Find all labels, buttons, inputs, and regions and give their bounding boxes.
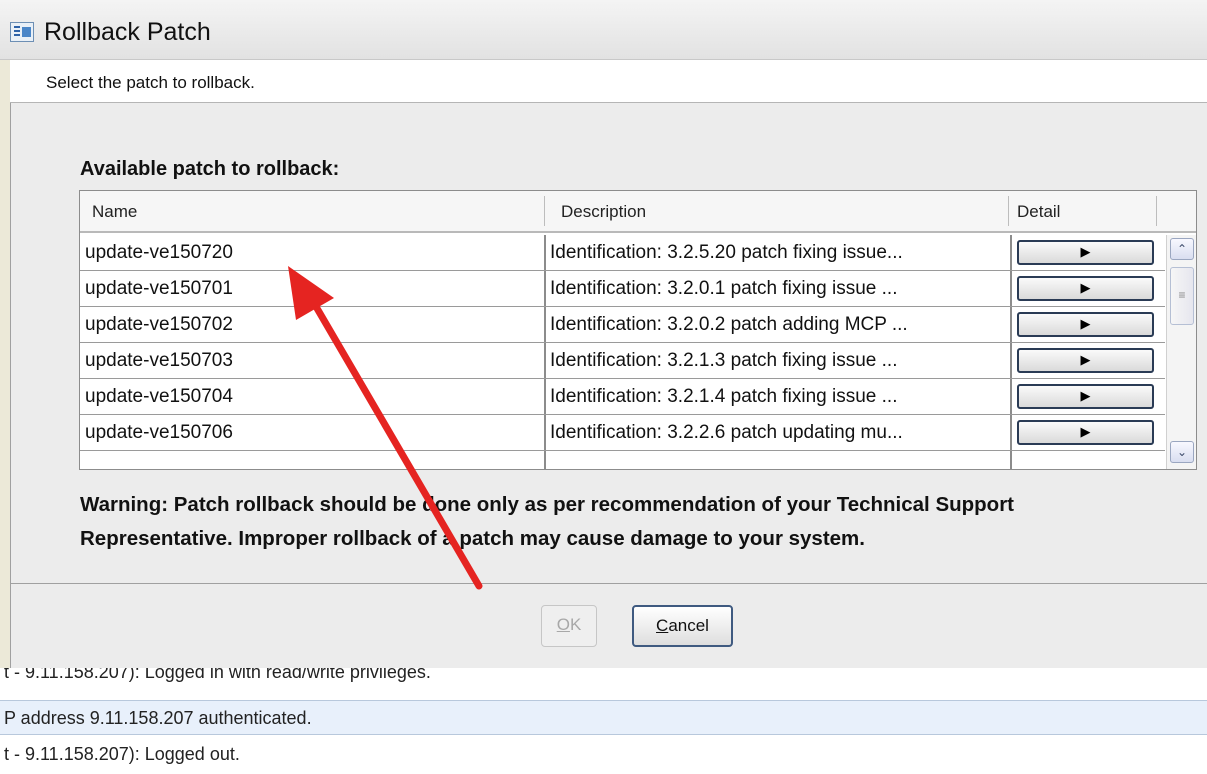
play-triangle-icon: ▶ — [1080, 388, 1091, 403]
rollback-patch-dialog: Rollback Patch Select the patch to rollb… — [0, 0, 1207, 668]
cancel-label: ancel — [668, 616, 709, 635]
patch-description: Identification: 3.2.1.3 patch fixing iss… — [550, 350, 898, 371]
log-text: t - 9.11.158.207): Logged out. — [4, 744, 240, 764]
patch-name: update-ve150702 — [85, 314, 233, 335]
detail-button[interactable]: ▶ — [1017, 348, 1154, 373]
patch-name: update-ve150706 — [85, 422, 233, 443]
patch-description: Identification: 3.2.0.2 patch adding MCP… — [550, 314, 908, 335]
warning-line: Warning: Patch rollback should be done o… — [80, 493, 1015, 516]
scroll-thumb[interactable]: ≡ — [1170, 267, 1194, 325]
table-row[interactable]: update-ve150703 Identification: 3.2.1.3 … — [80, 343, 1165, 379]
play-triangle-icon: ▶ — [1080, 424, 1091, 439]
patch-name: update-ve150704 — [85, 386, 233, 407]
dialog-title: Rollback Patch — [44, 18, 211, 46]
log-line: t - 9.11.158.207): Logged out. — [0, 737, 1207, 772]
warning-message: Warning: Patch rollback should be done o… — [80, 488, 1180, 556]
table-header: Name Description Detail — [80, 191, 1196, 233]
patch-description: Identification: 3.2.0.1 patch fixing iss… — [550, 278, 898, 299]
column-header-description[interactable]: Description — [561, 191, 646, 231]
cell-divider — [544, 379, 546, 414]
table-row[interactable]: update-ve150702 Identification: 3.2.0.2 … — [80, 307, 1165, 343]
cell-divider — [1010, 235, 1012, 270]
log-line: t - 9.11.158.207): Logged in with read/w… — [0, 668, 1207, 698]
detail-button[interactable]: ▶ — [1017, 240, 1154, 265]
cell-divider — [1010, 271, 1012, 306]
cell-divider — [544, 451, 546, 469]
column-header-name[interactable]: Name — [92, 191, 137, 231]
table-scrollbar[interactable]: ⌃ ≡ ⌄ — [1166, 235, 1196, 469]
cell-divider — [544, 415, 546, 450]
detail-button[interactable]: ▶ — [1017, 312, 1154, 337]
table-row[interactable]: update-ve150701 Identification: 3.2.0.1 … — [80, 271, 1165, 307]
cancel-mnemonic: C — [656, 616, 669, 635]
patch-description: Identification: 3.2.5.20 patch fixing is… — [550, 242, 903, 263]
ok-button[interactable]: OK — [541, 605, 597, 647]
column-separator — [1008, 196, 1009, 226]
table-row[interactable]: update-ve150704 Identification: 3.2.1.4 … — [80, 379, 1165, 415]
log-text: t - 9.11.158.207): Logged in with read/w… — [4, 668, 431, 682]
play-triangle-icon: ▶ — [1080, 280, 1091, 295]
play-triangle-icon: ▶ — [1080, 316, 1091, 331]
column-header-detail[interactable]: Detail — [1017, 191, 1060, 231]
cell-divider — [544, 235, 546, 270]
column-separator — [544, 196, 545, 226]
cell-divider — [544, 343, 546, 378]
table-label: Available patch to rollback: — [80, 158, 340, 180]
ok-label: K — [569, 615, 582, 634]
patch-name: update-ve150720 — [85, 242, 233, 263]
cell-divider — [1010, 343, 1012, 378]
patch-table: Name Description Detail update-ve150720 … — [79, 190, 1197, 470]
instruction-text: Select the patch to rollback. — [46, 73, 255, 92]
title-bar: Rollback Patch — [0, 0, 1207, 60]
table-row[interactable]: update-ve150720 Identification: 3.2.5.20… — [80, 235, 1165, 271]
column-separator — [1156, 196, 1157, 226]
scroll-down-icon[interactable]: ⌄ — [1170, 441, 1194, 463]
patch-name: update-ve150701 — [85, 278, 233, 299]
patch-description: Identification: 3.2.2.6 patch updating m… — [550, 422, 903, 443]
cell-divider — [1010, 379, 1012, 414]
log-line-selected[interactable]: P address 9.11.158.207 authenticated. — [0, 700, 1207, 735]
patch-description: Identification: 3.2.1.4 patch fixing iss… — [550, 386, 898, 407]
patch-name: update-ve150703 — [85, 350, 233, 371]
warning-line: Representative. Improper rollback of a p… — [80, 527, 865, 550]
button-bar — [10, 583, 1207, 668]
detail-button[interactable]: ▶ — [1017, 420, 1154, 445]
play-triangle-icon: ▶ — [1080, 352, 1091, 367]
cancel-button[interactable]: Cancel — [632, 605, 733, 647]
detail-button[interactable]: ▶ — [1017, 384, 1154, 409]
instruction-panel: Select the patch to rollback. — [10, 60, 1207, 103]
cell-divider — [1010, 451, 1012, 469]
log-text: P address 9.11.158.207 authenticated. — [4, 708, 312, 728]
table-row[interactable]: update-ve150706 Identification: 3.2.2.6 … — [80, 415, 1165, 451]
ok-mnemonic: O — [556, 615, 570, 634]
scroll-up-icon[interactable]: ⌃ — [1170, 238, 1194, 260]
cell-divider — [544, 307, 546, 342]
cell-divider — [544, 271, 546, 306]
play-triangle-icon: ▶ — [1080, 244, 1091, 259]
cell-divider — [1010, 307, 1012, 342]
window-app-icon — [10, 22, 34, 42]
table-row-partial[interactable] — [80, 451, 1165, 469]
detail-button[interactable]: ▶ — [1017, 276, 1154, 301]
cell-divider — [1010, 415, 1012, 450]
